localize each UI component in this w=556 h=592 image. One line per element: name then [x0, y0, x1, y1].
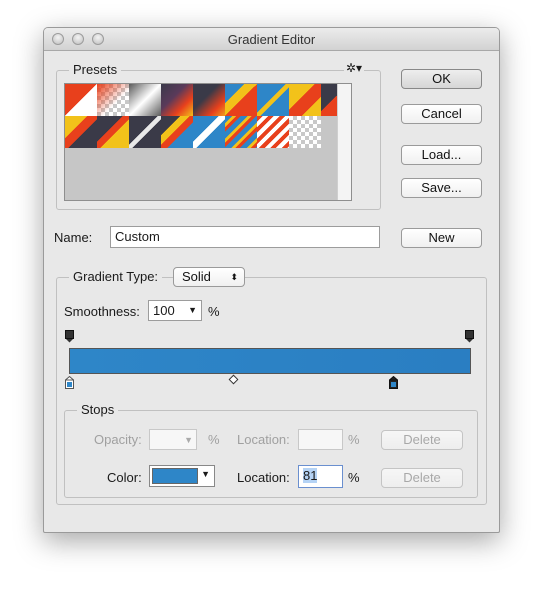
delete-color-stop-button[interactable]: Delete — [381, 468, 463, 488]
preset-swatch[interactable] — [97, 84, 129, 116]
smoothness-label: Smoothness: — [64, 304, 140, 319]
opacity-stop-start[interactable] — [65, 330, 74, 343]
smoothness-value: 100 — [153, 303, 175, 318]
color-swatch[interactable] — [152, 468, 198, 484]
preset-swatch[interactable] — [65, 84, 97, 116]
opacity-location-input[interactable] — [298, 429, 343, 450]
smoothness-unit: % — [208, 304, 220, 319]
opacity-location-unit: % — [348, 432, 360, 447]
preset-swatch[interactable] — [225, 116, 257, 148]
chevron-down-icon: ▼ — [184, 435, 193, 445]
preset-swatch[interactable] — [257, 84, 289, 116]
ok-button[interactable]: OK — [401, 69, 482, 89]
color-location-input[interactable]: 81 — [298, 465, 343, 488]
gradient-type-select[interactable]: Solid ⬍ — [173, 267, 245, 287]
presets-label: Presets — [69, 62, 122, 77]
preset-swatch[interactable] — [129, 84, 161, 116]
preset-swatch[interactable] — [97, 116, 129, 148]
preset-swatch[interactable] — [193, 84, 225, 116]
color-label: Color: — [107, 470, 142, 485]
color-location-unit: % — [348, 470, 360, 485]
stops-label: Stops — [77, 402, 119, 417]
preset-swatch[interactable] — [193, 116, 225, 148]
color-stop-start[interactable] — [65, 376, 74, 389]
preset-swatch[interactable] — [289, 116, 321, 148]
preset-swatch[interactable] — [257, 116, 289, 148]
cancel-button[interactable]: Cancel — [401, 104, 482, 124]
presets-scrollbar[interactable] — [337, 84, 351, 200]
updown-chevron-icon: ⬍ — [230, 272, 238, 282]
window-title: Gradient Editor — [227, 32, 316, 47]
gradient-editor-window: Gradient Editor Presets ✲▾ OK Cancel Loa… — [43, 27, 500, 533]
color-location-value: 81 — [303, 468, 318, 483]
opacity-unit: % — [208, 432, 220, 447]
name-label: Name: — [54, 230, 93, 245]
delete-opacity-stop-button[interactable]: Delete — [381, 430, 463, 450]
gear-icon[interactable]: ✲▾ — [344, 61, 365, 75]
gradient-type-value: Solid — [182, 269, 211, 284]
color-picker[interactable]: ▼ — [149, 465, 215, 487]
opacity-input[interactable]: ▼ — [149, 429, 197, 450]
preset-swatch[interactable] — [289, 84, 321, 116]
color-location-label: Location: — [237, 470, 290, 485]
opacity-location-label: Location: — [237, 432, 290, 447]
preset-swatch[interactable] — [225, 84, 257, 116]
smoothness-input[interactable]: 100 ▼ — [148, 300, 202, 321]
color-stop-selected[interactable] — [389, 376, 398, 389]
preset-swatch[interactable] — [161, 84, 193, 116]
chevron-down-icon: ▼ — [188, 305, 197, 315]
preset-swatch[interactable] — [65, 116, 97, 148]
presets-grid[interactable] — [64, 83, 352, 201]
save-button[interactable]: Save... — [401, 178, 482, 198]
preset-swatch[interactable] — [129, 116, 161, 148]
load-button[interactable]: Load... — [401, 145, 482, 165]
gradient-bar[interactable] — [69, 348, 471, 374]
chevron-down-icon: ▼ — [201, 469, 210, 479]
title-bar[interactable]: Gradient Editor — [44, 28, 499, 51]
new-button[interactable]: New — [401, 228, 482, 248]
name-input[interactable]: Custom — [110, 226, 380, 248]
gradient-type-label: Gradient Type: — [69, 269, 163, 284]
opacity-label: Opacity: — [94, 432, 142, 447]
preset-swatch[interactable] — [161, 116, 193, 148]
opacity-stop-end[interactable] — [465, 330, 474, 343]
